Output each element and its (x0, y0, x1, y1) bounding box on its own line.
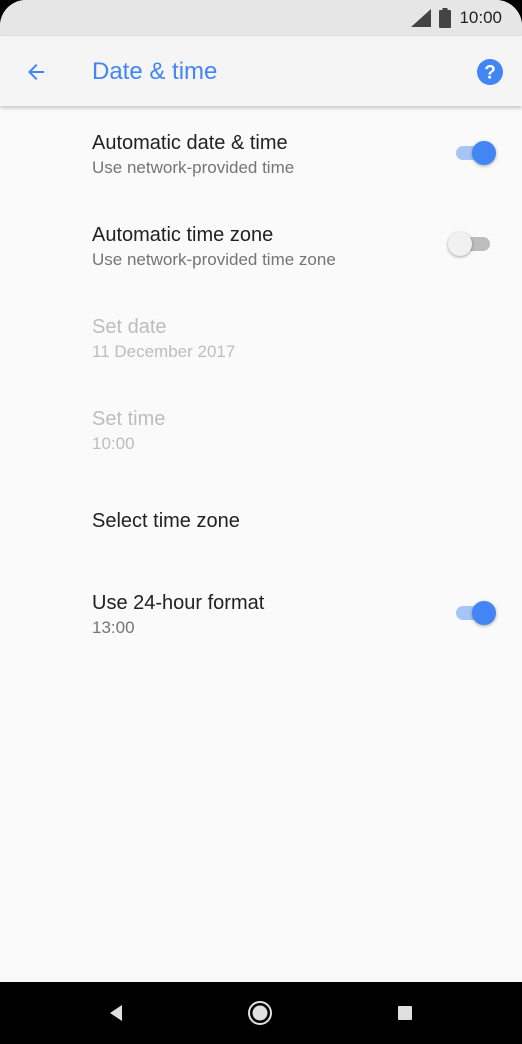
status-time: 10:00 (459, 8, 502, 27)
toggle-thumb (448, 232, 472, 256)
screen: 10:00 Date & time ? Automatic date & tim… (0, 0, 522, 1044)
setting-set-time: Set time 10:00 (0, 382, 522, 474)
setting-summary: Use network-provided time (92, 158, 295, 177)
setting-title: Automatic date & time (92, 132, 288, 154)
signal-icon (411, 9, 432, 27)
setting-summary: 10:00 (92, 434, 135, 453)
toggle-thumb (472, 141, 496, 165)
setting-title: Set time (92, 408, 166, 430)
setting-title: Use 24-hour format (92, 592, 265, 614)
home-circle-icon (248, 1001, 272, 1025)
setting-set-date: Set date 11 December 2017 (0, 290, 522, 382)
help-icon: ? (477, 59, 503, 85)
setting-title: Set date (92, 316, 167, 338)
setting-automatic-date-time[interactable]: Automatic date & time Use network-provid… (0, 106, 522, 198)
use-24-hour-format-toggle[interactable] (452, 595, 498, 631)
nav-back-button[interactable] (96, 993, 136, 1033)
setting-automatic-time-zone[interactable]: Automatic time zone Use network-provided… (0, 198, 522, 290)
status-bar: 10:00 (0, 0, 522, 36)
app-bar: Date & time ? (0, 36, 522, 106)
setting-summary: 11 December 2017 (92, 342, 236, 361)
navigation-bar (0, 982, 522, 1044)
setting-summary: Use network-provided time zone (92, 250, 336, 269)
setting-use-24-hour-format[interactable]: Use 24-hour format 13:00 (0, 566, 522, 658)
recents-square-icon (398, 1006, 412, 1020)
nav-recents-button[interactable] (385, 993, 425, 1033)
battery-icon (439, 8, 452, 28)
automatic-date-time-toggle[interactable] (452, 135, 498, 171)
nav-home-button[interactable] (240, 993, 280, 1033)
toggle-thumb (472, 601, 496, 625)
back-button[interactable] (14, 50, 58, 94)
automatic-time-zone-toggle[interactable] (448, 226, 498, 262)
back-triangle-icon (110, 1005, 122, 1021)
page-title: Date & time (92, 58, 218, 85)
setting-summary: 13:00 (92, 618, 135, 637)
setting-title: Select time zone (92, 510, 240, 532)
setting-select-time-zone[interactable]: Select time zone (0, 474, 522, 566)
setting-title: Automatic time zone (92, 224, 274, 246)
help-button[interactable]: ? (468, 50, 512, 94)
arrow-back-icon (28, 64, 44, 80)
svg-text:?: ? (484, 63, 496, 84)
